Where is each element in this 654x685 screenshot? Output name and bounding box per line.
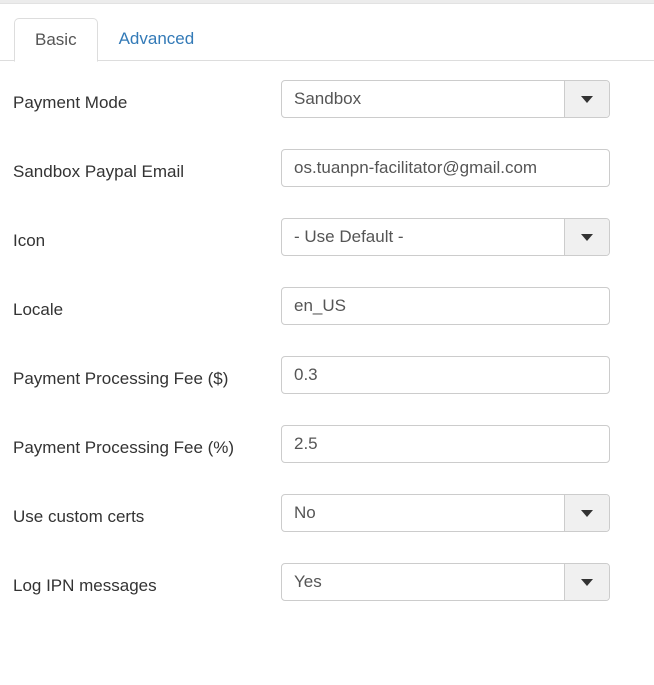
form-row-sandbox-paypal-email: Sandbox Paypal Email [0,149,654,218]
sandbox-paypal-email-input[interactable] [281,149,610,187]
icon-select[interactable]: - Use Default - [281,218,610,256]
form-row-log-ipn-messages: Log IPN messages Yes [0,563,654,632]
tab-basic-label: Basic [35,30,77,49]
payment-processing-fee-dollar-input[interactable] [281,356,610,394]
use-custom-certs-dropdown-button[interactable] [564,495,609,531]
label-use-custom-certs: Use custom certs [13,507,145,526]
label-payment-processing-fee-percent: Payment Processing Fee (%) [13,438,235,457]
control-log-ipn-messages: Yes [281,563,610,601]
form-row-payment-mode: Payment Mode Sandbox [0,80,654,149]
tab-advanced[interactable]: Advanced [98,17,216,61]
label-log-ipn-messages: Log IPN messages [13,576,157,595]
label-icon: Icon [13,231,46,250]
use-custom-certs-selected-value: No [294,503,316,522]
chevron-down-icon [581,95,593,103]
chevron-down-icon [581,509,593,517]
payment-mode-select[interactable]: Sandbox [281,80,610,118]
label-payment-mode: Payment Mode [13,93,128,112]
locale-input[interactable] [281,287,610,325]
use-custom-certs-select[interactable]: No [281,494,610,532]
chevron-down-icon [581,578,593,586]
label-sandbox-paypal-email: Sandbox Paypal Email [13,162,185,181]
form-row-use-custom-certs: Use custom certs No [0,494,654,563]
control-sandbox-paypal-email [281,149,610,187]
control-payment-mode: Sandbox [281,80,610,118]
log-ipn-messages-select[interactable]: Yes [281,563,610,601]
control-payment-processing-fee-dollar [281,356,610,394]
control-icon: - Use Default - [281,218,610,256]
tab-basic[interactable]: Basic [14,18,98,62]
label-locale: Locale [13,300,64,319]
form-row-payment-processing-fee-dollar: Payment Processing Fee ($) [0,356,654,425]
icon-dropdown-button[interactable] [564,219,609,255]
payment-mode-selected-value: Sandbox [294,89,362,108]
control-payment-processing-fee-percent [281,425,610,463]
log-ipn-messages-selected-value: Yes [294,572,322,591]
icon-selected-value: - Use Default - [294,227,404,246]
chevron-down-icon [581,233,593,241]
form-row-icon: Icon - Use Default - [0,218,654,287]
control-locale [281,287,610,325]
paypal-settings-form: Payment Mode Sandbox Sandbox Paypal Emai… [0,61,654,632]
payment-mode-dropdown-button[interactable] [564,81,609,117]
form-row-locale: Locale [0,287,654,356]
label-payment-processing-fee-dollar: Payment Processing Fee ($) [13,369,229,388]
control-use-custom-certs: No [281,494,610,532]
settings-tab-strip: Basic Advanced [0,4,654,62]
payment-processing-fee-percent-input[interactable] [281,425,610,463]
log-ipn-messages-dropdown-button[interactable] [564,564,609,600]
tab-advanced-label: Advanced [118,29,195,48]
form-row-payment-processing-fee-percent: Payment Processing Fee (%) [0,425,654,494]
